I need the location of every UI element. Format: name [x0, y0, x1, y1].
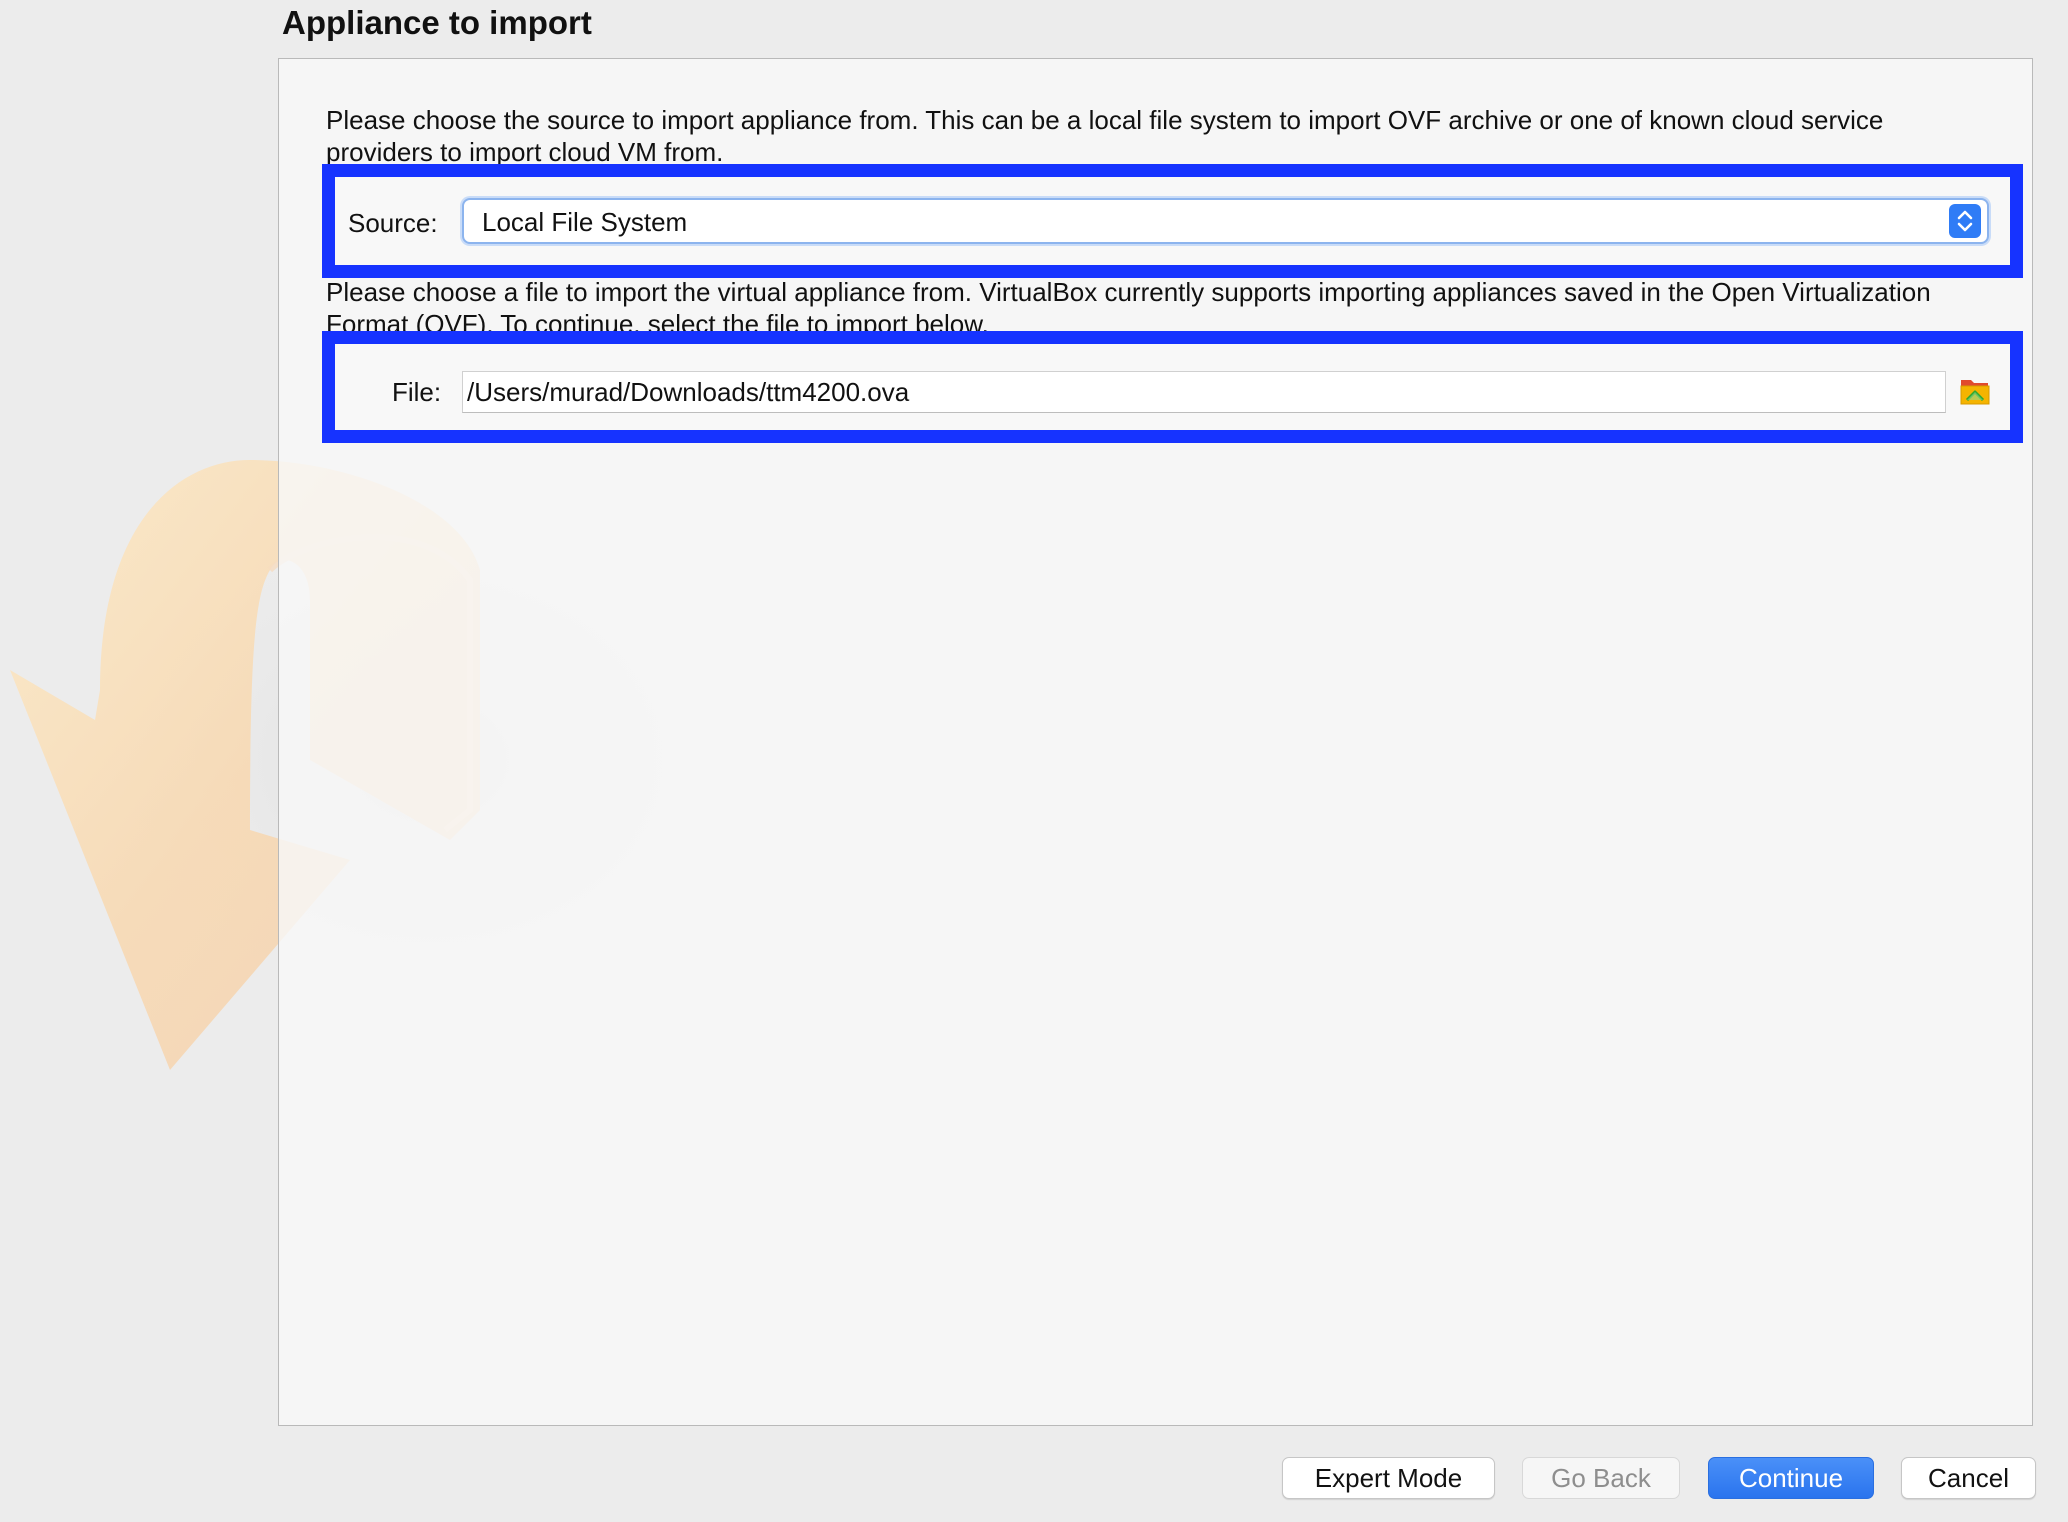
expert-mode-button[interactable]: Expert Mode: [1282, 1457, 1495, 1499]
up-down-chevron-icon[interactable]: [1949, 204, 1981, 238]
file-label: File:: [392, 377, 442, 407]
source-description: Please choose the source to import appli…: [326, 105, 1884, 164]
page-title: Appliance to import: [282, 4, 592, 41]
cancel-button[interactable]: Cancel: [1901, 1457, 2036, 1499]
source-label: Source:: [348, 208, 438, 238]
source-select[interactable]: Local File System: [462, 198, 1989, 244]
source-select-value: Local File System: [482, 207, 688, 237]
file-path-input[interactable]: [462, 371, 1946, 413]
file-description: Please choose a file to import the virtu…: [326, 277, 1931, 334]
folder-open-icon[interactable]: [1958, 374, 1992, 408]
go-back-button[interactable]: Go Back: [1522, 1457, 1680, 1499]
continue-button[interactable]: Continue: [1708, 1457, 1874, 1499]
